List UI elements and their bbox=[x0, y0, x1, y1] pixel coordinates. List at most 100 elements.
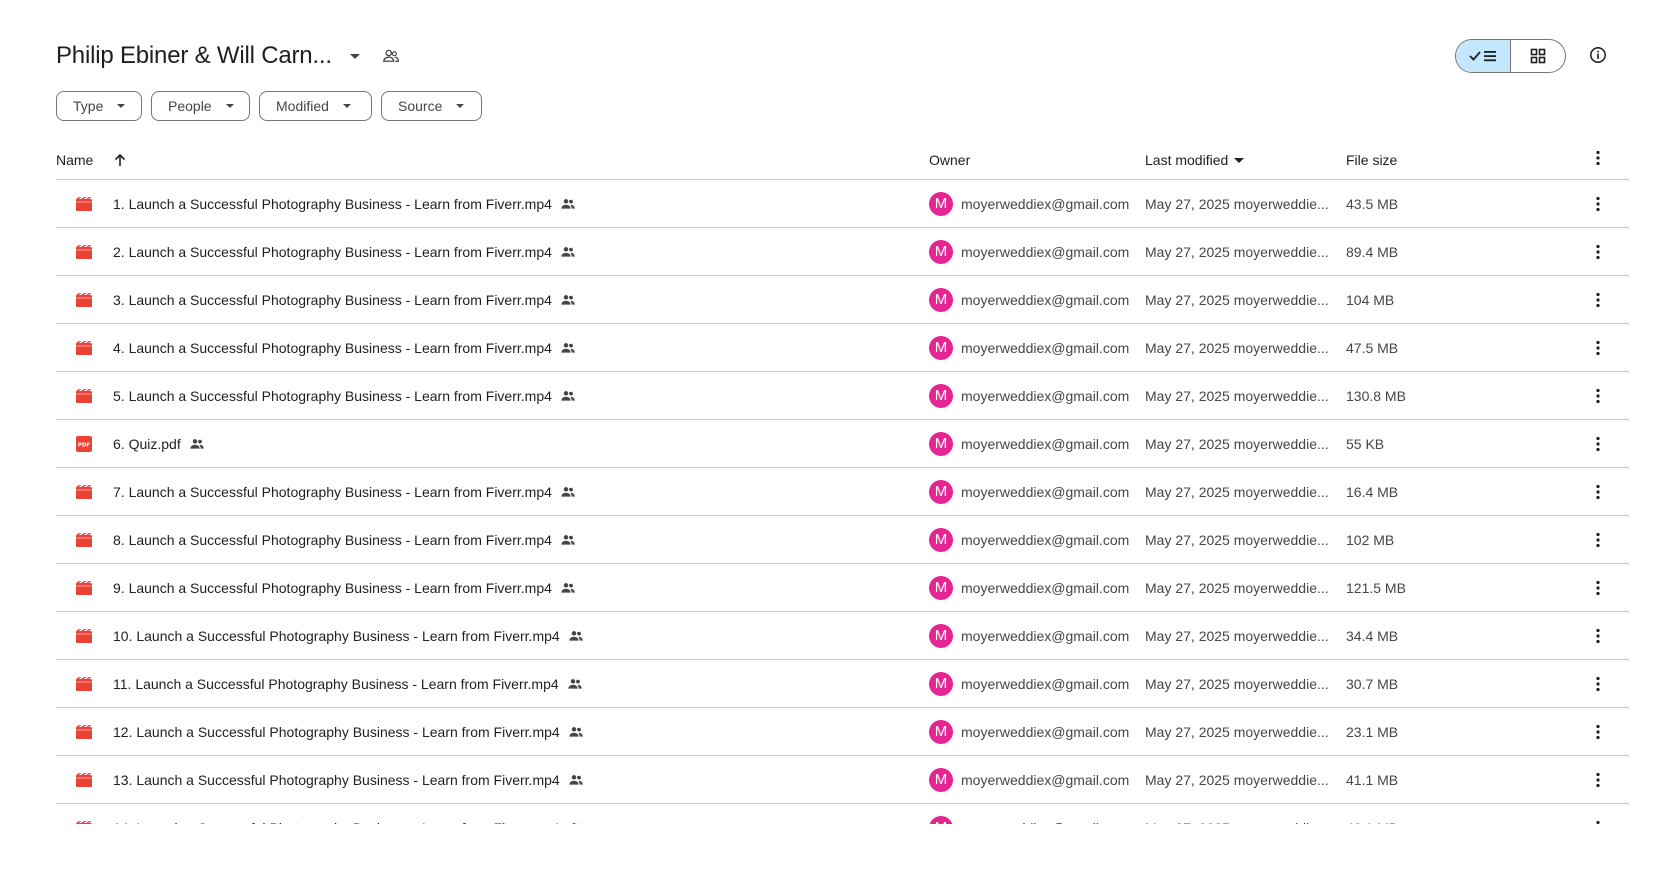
filter-source[interactable]: Source bbox=[381, 91, 482, 121]
avatar: M bbox=[929, 623, 953, 648]
row-more-button[interactable] bbox=[1596, 180, 1600, 227]
file-name[interactable]: 13. Launch a Successful Photography Busi… bbox=[113, 772, 560, 788]
table-row[interactable]: 14. Launch a Successful Photography Busi… bbox=[56, 804, 1629, 824]
more-vert-icon bbox=[1596, 436, 1600, 451]
table-row[interactable]: 7. Launch a Successful Photography Busin… bbox=[56, 468, 1629, 516]
grid-view-button[interactable] bbox=[1511, 40, 1565, 72]
table-row[interactable]: 11. Launch a Successful Photography Busi… bbox=[56, 660, 1629, 708]
row-more-button[interactable] bbox=[1596, 276, 1600, 323]
last-modified: May 27, 2025 moyerweddie... bbox=[1145, 387, 1329, 404]
video-icon bbox=[76, 228, 92, 275]
file-size: 34.4 MB bbox=[1346, 627, 1399, 644]
row-more-button[interactable] bbox=[1596, 804, 1600, 824]
row-more-button[interactable] bbox=[1596, 756, 1600, 803]
file-size: 104 MB bbox=[1346, 291, 1395, 308]
file-size: 30.7 MB bbox=[1346, 675, 1399, 692]
file-size: 43.5 MB bbox=[1346, 195, 1399, 212]
row-more-button[interactable] bbox=[1596, 420, 1600, 467]
file-name[interactable]: 11. Launch a Successful Photography Busi… bbox=[113, 676, 559, 692]
file-size: 47.5 MB bbox=[1346, 339, 1399, 356]
filter-modified[interactable]: Modified bbox=[259, 91, 372, 121]
shared-icon bbox=[568, 724, 584, 740]
owner-email: moyerweddiex@gmail.com bbox=[961, 579, 1130, 596]
more-vert-icon bbox=[1596, 772, 1600, 787]
owner-email: moyerweddiex@gmail.com bbox=[961, 339, 1130, 356]
file-size: 42.1 MB bbox=[1346, 804, 1398, 825]
row-more-button[interactable] bbox=[1596, 516, 1600, 563]
shared-icon bbox=[560, 532, 576, 548]
list-view-button[interactable] bbox=[1456, 40, 1511, 72]
video-icon bbox=[76, 324, 92, 371]
filter-people[interactable]: People bbox=[151, 91, 250, 121]
row-more-button[interactable] bbox=[1596, 564, 1600, 611]
more-vert-icon bbox=[1596, 292, 1600, 307]
file-name[interactable]: 8. Launch a Successful Photography Busin… bbox=[113, 532, 552, 548]
last-modified: May 27, 2025 moyerweddie... bbox=[1145, 579, 1329, 596]
table-row[interactable]: 5. Launch a Successful Photography Busin… bbox=[56, 372, 1629, 420]
shared-icon bbox=[560, 244, 576, 260]
svg-text:PDF: PDF bbox=[78, 442, 91, 448]
table-row[interactable]: 4. Launch a Successful Photography Busin… bbox=[56, 324, 1629, 372]
table-row[interactable]: 12. Launch a Successful Photography Busi… bbox=[56, 708, 1629, 756]
filter-chips: Type People Modified Source bbox=[56, 91, 482, 121]
filter-type[interactable]: Type bbox=[56, 91, 142, 121]
row-more-button[interactable] bbox=[1596, 324, 1600, 371]
file-name[interactable]: 14. Launch a Successful Photography Busi… bbox=[113, 820, 560, 825]
check-list-icon bbox=[1469, 51, 1496, 62]
last-modified: May 27, 2025 moyerweddie... bbox=[1145, 804, 1329, 825]
owner-email: moyerweddiex@gmail.com bbox=[961, 820, 1129, 825]
column-name[interactable]: Name bbox=[56, 152, 127, 168]
file-name[interactable]: 6. Quiz.pdf bbox=[113, 436, 181, 452]
pdf-icon: PDF bbox=[76, 420, 92, 467]
video-icon bbox=[76, 804, 92, 824]
column-options-button[interactable] bbox=[1596, 150, 1600, 166]
last-modified: May 27, 2025 moyerweddie... bbox=[1145, 291, 1329, 308]
row-more-button[interactable] bbox=[1596, 468, 1600, 515]
video-icon bbox=[76, 180, 92, 227]
more-vert-icon bbox=[1596, 724, 1600, 739]
row-more-button[interactable] bbox=[1596, 228, 1600, 275]
file-name[interactable]: 10. Launch a Successful Photography Busi… bbox=[113, 628, 560, 644]
shared-icon bbox=[560, 340, 576, 356]
sort-ascending-icon[interactable] bbox=[113, 153, 127, 167]
avatar: M bbox=[929, 719, 953, 744]
table-row[interactable]: 1. Launch a Successful Photography Busin… bbox=[56, 180, 1629, 228]
folder-menu-caret-icon[interactable] bbox=[349, 53, 360, 59]
owner-email: moyerweddiex@gmail.com bbox=[961, 291, 1130, 308]
avatar: M bbox=[929, 671, 953, 696]
shared-icon bbox=[567, 676, 583, 692]
more-vert-icon bbox=[1596, 340, 1600, 355]
shared-icon bbox=[560, 484, 576, 500]
table-row[interactable]: 2. Launch a Successful Photography Busin… bbox=[56, 228, 1629, 276]
page-title[interactable]: Philip Ebiner & Will Carn... bbox=[56, 42, 332, 70]
row-more-button[interactable] bbox=[1596, 612, 1600, 659]
table-row[interactable]: 9. Launch a Successful Photography Busin… bbox=[56, 564, 1629, 612]
table-row[interactable]: 10. Launch a Successful Photography Busi… bbox=[56, 612, 1629, 660]
table-row[interactable]: 13. Launch a Successful Photography Busi… bbox=[56, 756, 1629, 804]
avatar: M bbox=[929, 383, 953, 408]
file-name[interactable]: 1. Launch a Successful Photography Busin… bbox=[113, 196, 552, 212]
avatar: M bbox=[929, 191, 953, 216]
more-vert-icon bbox=[1596, 628, 1600, 643]
video-icon bbox=[76, 612, 92, 659]
shared-icon bbox=[560, 292, 576, 308]
info-button[interactable] bbox=[1588, 45, 1608, 65]
file-name[interactable]: 5. Launch a Successful Photography Busin… bbox=[113, 388, 552, 404]
file-name[interactable]: 9. Launch a Successful Photography Busin… bbox=[113, 580, 552, 596]
file-name[interactable]: 2. Launch a Successful Photography Busin… bbox=[113, 244, 552, 260]
row-more-button[interactable] bbox=[1596, 660, 1600, 707]
table-row[interactable]: 8. Launch a Successful Photography Busin… bbox=[56, 516, 1629, 564]
column-last-modified[interactable]: Last modified bbox=[1145, 152, 1245, 168]
file-name[interactable]: 3. Launch a Successful Photography Busin… bbox=[113, 292, 552, 308]
owner-email: moyerweddiex@gmail.com bbox=[961, 483, 1130, 500]
row-more-button[interactable] bbox=[1596, 372, 1600, 419]
shared-folder-icon[interactable] bbox=[382, 47, 400, 65]
table-body: 1. Launch a Successful Photography Busin… bbox=[56, 180, 1629, 824]
table-row[interactable]: 3. Launch a Successful Photography Busin… bbox=[56, 276, 1629, 324]
file-name[interactable]: 12. Launch a Successful Photography Busi… bbox=[113, 724, 560, 740]
table-row[interactable]: PDF 6. Quiz.pdf M moyerweddiex@gmail.com… bbox=[56, 420, 1629, 468]
shared-icon bbox=[189, 436, 205, 452]
file-name[interactable]: 4. Launch a Successful Photography Busin… bbox=[113, 340, 552, 356]
file-name[interactable]: 7. Launch a Successful Photography Busin… bbox=[113, 484, 552, 500]
row-more-button[interactable] bbox=[1596, 708, 1600, 755]
